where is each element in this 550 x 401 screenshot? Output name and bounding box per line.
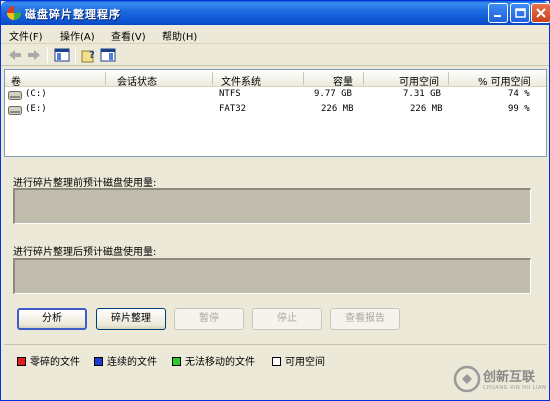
maximize-button[interactable] bbox=[510, 3, 530, 23]
minimize-icon bbox=[494, 15, 501, 17]
percent-free: 74 % bbox=[508, 89, 530, 99]
after-defrag-usage-display bbox=[13, 258, 531, 294]
title-bar[interactable]: 磁盘碎片整理程序 bbox=[1, 1, 550, 25]
analyze-button[interactable]: 分析 bbox=[17, 308, 87, 330]
legend-contiguous: 连续的文件 bbox=[94, 353, 157, 368]
view-report-button[interactable]: 查看报告 bbox=[330, 308, 400, 330]
legend-swatch bbox=[272, 357, 281, 366]
after-defrag-label: 进行碎片整理后预计磁盘使用量: bbox=[13, 247, 157, 258]
close-button[interactable] bbox=[531, 3, 550, 23]
column-percent-free[interactable]: % 可用空间 bbox=[478, 73, 531, 88]
legend-unmovable: 无法移动的文件 bbox=[172, 353, 255, 368]
properties-icon[interactable] bbox=[100, 47, 116, 63]
legend-fragmented: 零碎的文件 bbox=[17, 353, 80, 368]
divider bbox=[4, 344, 547, 345]
console-tree-icon[interactable] bbox=[54, 47, 70, 63]
menu-file[interactable]: 文件(F) bbox=[9, 28, 43, 43]
before-defrag-label: 进行碎片整理前预计磁盘使用量: bbox=[13, 178, 157, 189]
legend-swatch bbox=[17, 357, 26, 366]
file-system: NTFS bbox=[219, 89, 241, 99]
back-arrow-icon[interactable] bbox=[7, 47, 23, 63]
svg-text:?: ? bbox=[89, 50, 95, 61]
defrag-app-icon bbox=[7, 6, 21, 20]
legend-swatch bbox=[172, 357, 181, 366]
column-capacity[interactable]: 容量 bbox=[333, 73, 353, 88]
free-space: 7.31 GB bbox=[403, 89, 441, 99]
stop-button[interactable]: 停止 bbox=[252, 308, 322, 330]
menu-action[interactable]: 操作(A) bbox=[60, 28, 95, 43]
properties-help-icon[interactable]: ? bbox=[81, 47, 97, 63]
drive-icon bbox=[8, 106, 22, 115]
capacity: 226 MB bbox=[321, 104, 354, 114]
legend-free-space: 可用空间 bbox=[272, 353, 325, 368]
volume-name: (C:) bbox=[25, 89, 47, 99]
menu-bar: 文件(F) 操作(A) 查看(V) 帮助(H) bbox=[1, 25, 549, 44]
file-system: FAT32 bbox=[219, 104, 247, 114]
drive-icon bbox=[8, 91, 22, 100]
volume-name: (E:) bbox=[25, 104, 47, 114]
volume-list[interactable]: 卷 会话状态 文件系统 容量 可用空间 % 可用空间 (C:) NTFS 9.7… bbox=[4, 69, 547, 157]
minimize-button[interactable] bbox=[488, 3, 508, 23]
watermark-text: 创新互联 bbox=[483, 370, 536, 385]
pause-button[interactable]: 暂停 bbox=[174, 308, 244, 330]
window-title: 磁盘碎片整理程序 bbox=[25, 8, 121, 21]
free-space: 226 MB bbox=[410, 104, 443, 114]
close-icon bbox=[536, 8, 546, 18]
column-session-status[interactable]: 会话状态 bbox=[117, 73, 157, 88]
watermark-logo-icon bbox=[453, 365, 481, 393]
volume-list-header: 卷 会话状态 文件系统 容量 可用空间 % 可用空间 bbox=[5, 70, 546, 88]
legend-swatch bbox=[94, 357, 103, 366]
column-file-system[interactable]: 文件系统 bbox=[221, 73, 261, 88]
watermark-logo: 创新互联 CHUANG XIN HU LIAN bbox=[451, 361, 549, 397]
forward-arrow-icon[interactable] bbox=[26, 47, 42, 63]
capacity: 9.77 GB bbox=[314, 89, 352, 99]
column-free-space[interactable]: 可用空间 bbox=[399, 73, 439, 88]
before-defrag-usage-display bbox=[13, 188, 531, 224]
menu-view[interactable]: 查看(V) bbox=[111, 28, 146, 43]
defragment-button[interactable]: 碎片整理 bbox=[96, 308, 166, 330]
volume-row-c[interactable]: (C:) NTFS 9.77 GB 7.31 GB 74 % bbox=[5, 88, 546, 103]
defrag-window: 磁盘碎片整理程序 文件(F) 操作(A) 查看(V) 帮助(H) ? 卷 会话状… bbox=[0, 0, 550, 401]
menu-help[interactable]: 帮助(H) bbox=[162, 28, 197, 43]
maximize-icon bbox=[515, 8, 526, 18]
column-volume[interactable]: 卷 bbox=[11, 73, 21, 88]
percent-free: 99 % bbox=[508, 104, 530, 114]
volume-row-e[interactable]: (E:) FAT32 226 MB 226 MB 99 % bbox=[5, 103, 546, 118]
toolbar: ? bbox=[1, 44, 549, 66]
watermark-subtext: CHUANG XIN HU LIAN bbox=[483, 385, 547, 391]
